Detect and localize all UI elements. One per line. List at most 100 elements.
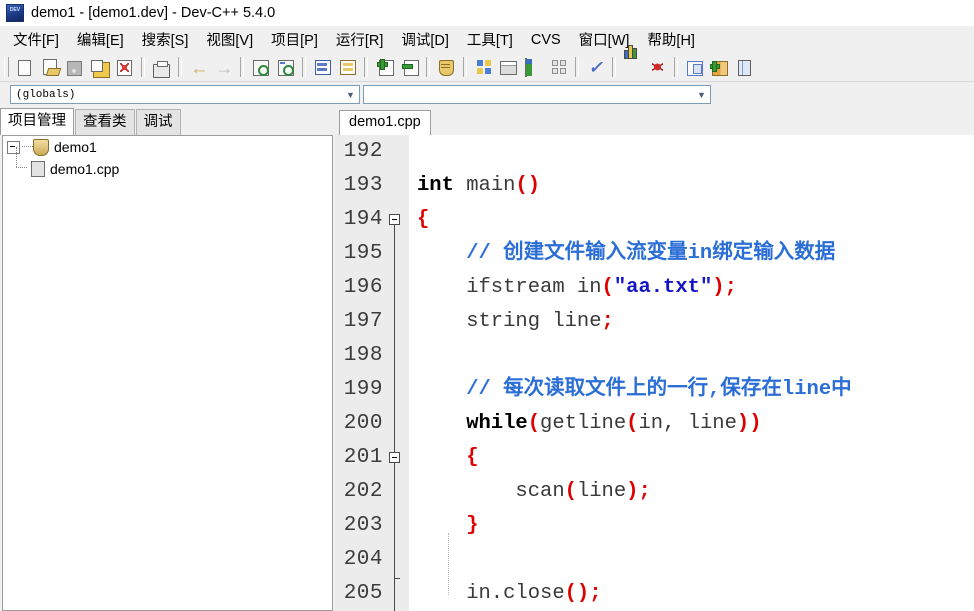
profile-button[interactable] [621,45,644,78]
open-file-button[interactable] [38,56,61,78]
tree-node-source-file[interactable]: demo1.cpp [3,147,332,180]
close-file-button[interactable] [113,56,136,78]
toolbar-separator [674,57,678,77]
symbol-combobox[interactable]: ▼ [363,85,711,104]
left-panel-tabs: 项目管理 查看类 调试 [0,108,182,135]
code-text-area[interactable]: int main() { // 创建文件输入流变量in绑定输入数据 ifstre… [409,135,974,611]
fold-bracket-line [394,225,395,611]
save-all-button[interactable] [88,56,111,78]
line-number: 196 [343,276,383,299]
project-options-button[interactable] [435,56,458,78]
code-line[interactable]: int main() [409,169,974,203]
line-number: 192 [343,140,383,163]
code-folding-gutter[interactable] [385,135,409,611]
run-button[interactable] [497,56,520,78]
dev-cpp-window: demo1 - [demo1.dev] - Dev-C++ 5.4.0 文件[F… [0,0,974,611]
remove-from-project-button[interactable] [398,56,421,78]
print-button[interactable] [150,56,173,78]
code-line[interactable]: while(getline(in, line)) [409,407,974,441]
navigation-bar: (globals) ▼ ▼ [0,82,974,108]
rebuild-all-button[interactable] [547,56,570,78]
tab-editor-demo1-cpp[interactable]: demo1.cpp [339,110,431,135]
window-title: demo1 - [demo1.dev] - Dev-C++ 5.4.0 [31,5,276,21]
menu-item-search[interactable]: 搜索[S] [133,26,198,53]
code-line[interactable]: } [409,509,974,543]
code-line[interactable] [409,543,974,577]
chevron-down-icon[interactable]: ▼ [342,86,359,103]
line-number: 198 [343,344,383,367]
menu-item-tools[interactable]: 工具[T] [458,26,522,53]
code-editor[interactable]: 192 193 194 195 196 197 198 199 200 201 … [335,135,974,611]
save-file-button[interactable] [63,56,86,78]
compile-and-run-button[interactable] [522,56,545,78]
insert-button[interactable] [708,56,731,78]
chevron-down-icon[interactable]: ▼ [693,86,710,103]
menu-item-cvs[interactable]: CVS [522,29,570,51]
compile-button[interactable] [472,56,495,78]
find-button[interactable] [249,56,272,78]
code-line[interactable]: // 创建文件输入流变量in绑定输入数据 [409,237,974,271]
menu-item-help[interactable]: 帮助[H] [638,26,704,53]
help-icon [736,59,753,76]
run-icon [500,59,517,75]
export-button[interactable] [683,56,706,78]
toolbar-separator [302,57,306,77]
code-line[interactable]: { [409,203,974,237]
project-shield-icon [33,138,49,156]
new-file-icon [16,59,33,76]
title-bar: demo1 - [demo1.dev] - Dev-C++ 5.4.0 [0,0,974,27]
help-button[interactable] [733,56,756,78]
menu-item-debug[interactable]: 调试[D] [392,26,458,53]
source-file-icon [31,161,45,177]
fold-toggle-main[interactable] [389,214,400,225]
collapse-expander-icon[interactable] [7,140,20,154]
code-line[interactable] [409,135,974,169]
new-file-button[interactable] [13,56,36,78]
project-manager-panel: demo1 demo1.cpp [2,135,333,611]
tab-project-manager[interactable]: 项目管理 [0,108,74,135]
main-toolbar [0,45,974,82]
debug-button[interactable] [646,56,669,78]
tab-debug[interactable]: 调试 [135,109,181,135]
code-line[interactable]: string line; [409,305,974,339]
code-line[interactable] [409,339,974,373]
line-number: 202 [343,480,383,503]
line-number: 195 [343,242,383,265]
menu-item-view[interactable]: 视图[V] [197,26,262,53]
debug-icon [649,59,666,75]
code-line[interactable]: in.close(); [409,577,974,611]
code-line[interactable]: scan(line); [409,475,974,509]
toolbar-separator [364,57,368,77]
tab-class-browser[interactable]: 查看类 [75,109,135,135]
fold-toggle-while[interactable] [389,452,400,463]
add-to-project-button[interactable] [373,56,396,78]
menu-item-project[interactable]: 项目[P] [262,26,327,53]
tree-connector [22,146,33,148]
close-file-icon [116,59,133,76]
goto-line-button[interactable] [311,56,334,78]
undo-button[interactable] [187,56,210,79]
code-line[interactable]: ifstream in("aa.txt"); [409,271,974,305]
menu-item-file[interactable]: 文件[F] [4,26,68,53]
menu-item-edit[interactable]: 编辑[E] [68,26,133,53]
line-number: 199 [343,378,383,401]
toolbar-separator [178,57,182,77]
goto-function-button[interactable] [336,56,359,78]
toolbar-separator [240,57,244,77]
dev-cpp-icon [6,4,24,22]
compile-icon [475,59,492,75]
find-icon [252,59,269,76]
redo-button[interactable] [212,56,235,79]
toolbar-grip[interactable] [4,57,9,77]
line-number: 203 [343,514,383,537]
code-line[interactable]: // 每次读取文件上的一行,保存在line中 [409,373,974,407]
menu-item-run[interactable]: 运行[R] [327,26,393,53]
code-line[interactable]: { [409,441,974,475]
toolbar-separator [426,57,430,77]
fold-end-tick [394,578,400,579]
find-replace-button[interactable] [274,56,297,78]
export-icon [686,59,703,76]
tree-node-project-root[interactable]: demo1 [3,136,332,158]
syntax-check-button[interactable] [584,56,607,78]
scope-combobox[interactable]: (globals) ▼ [10,85,360,104]
